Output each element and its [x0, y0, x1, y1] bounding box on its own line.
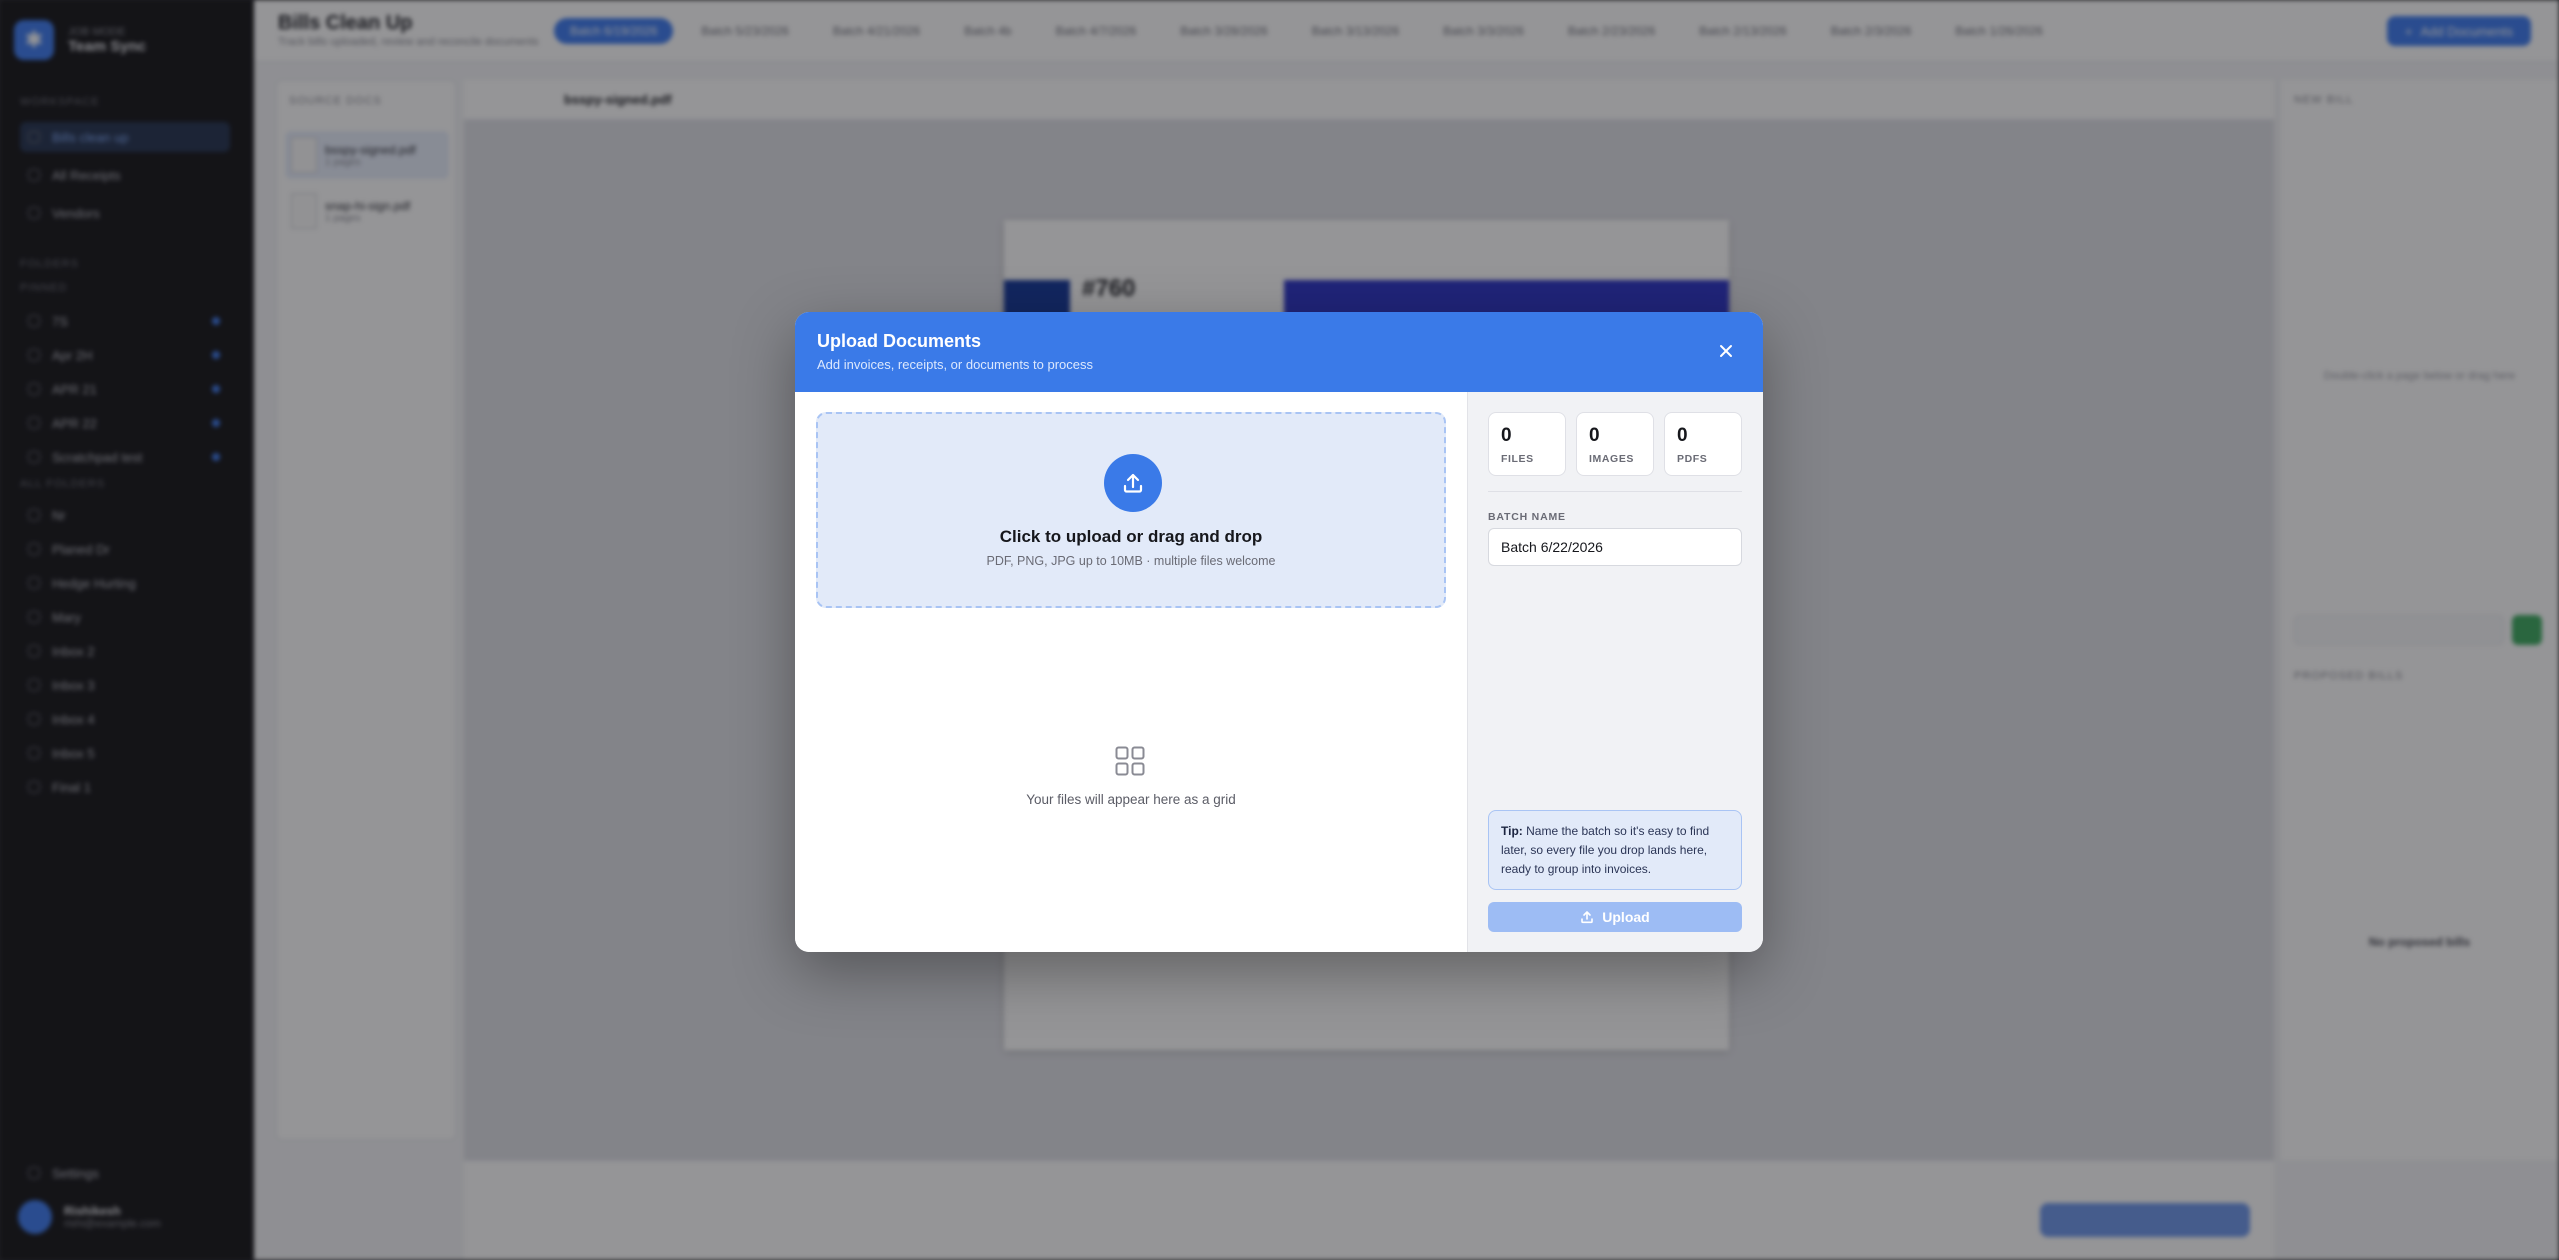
pdfs-stat: 0 PDFS	[1664, 412, 1742, 476]
upload-circle	[1104, 454, 1162, 512]
images-label: IMAGES	[1589, 453, 1635, 465]
upload-icon	[1123, 473, 1143, 493]
batch-name-input[interactable]	[1488, 528, 1742, 566]
upload-documents-modal: Upload Documents Add invoices, receipts,…	[795, 312, 1763, 952]
upload-button[interactable]: Upload	[1488, 902, 1742, 932]
close-button[interactable]	[1715, 340, 1737, 362]
images-stat: 0 IMAGES	[1576, 412, 1654, 476]
close-icon	[1720, 345, 1732, 357]
empty-grid-text: Your files will appear here as a grid	[1026, 792, 1236, 807]
modal-title: Upload Documents	[817, 331, 982, 351]
upload-button-label: Upload	[1602, 909, 1650, 925]
dropzone-title: Click to upload or drag and drop	[999, 527, 1263, 546]
pdfs-label: PDFS	[1677, 453, 1708, 465]
dropzone-subtitle: PDF, PNG, JPG up to 10MB · multiple file…	[986, 554, 1276, 568]
file-dropzone[interactable]: Click to upload or drag and drop PDF, PN…	[816, 412, 1446, 608]
grid-icon	[1115, 746, 1145, 776]
pdfs-count: 0	[1677, 425, 1688, 446]
modal-header: Upload Documents Add invoices, receipts,…	[795, 312, 1763, 392]
files-count: 0	[1501, 425, 1512, 446]
upload-area: Click to upload or drag and drop PDF, PN…	[795, 392, 1467, 952]
modal-subtitle: Add invoices, receipts, or documents to …	[817, 357, 1094, 372]
tip-text: Name the batch so it's easy to find late…	[1501, 824, 1710, 876]
files-stat: 0 FILES	[1488, 412, 1566, 476]
tip-box: Tip: Name the batch so it's easy to find…	[1488, 810, 1742, 890]
files-label: FILES	[1501, 453, 1534, 465]
divider	[1488, 491, 1742, 492]
tip-label: Tip:	[1501, 824, 1523, 838]
upload-icon	[1581, 911, 1594, 924]
batch-settings-panel: 0 FILES 0 IMAGES 0 PDFS BATCH NAME Tip: …	[1467, 392, 1763, 952]
images-count: 0	[1589, 425, 1600, 446]
batch-name-label: BATCH NAME	[1488, 511, 1566, 523]
